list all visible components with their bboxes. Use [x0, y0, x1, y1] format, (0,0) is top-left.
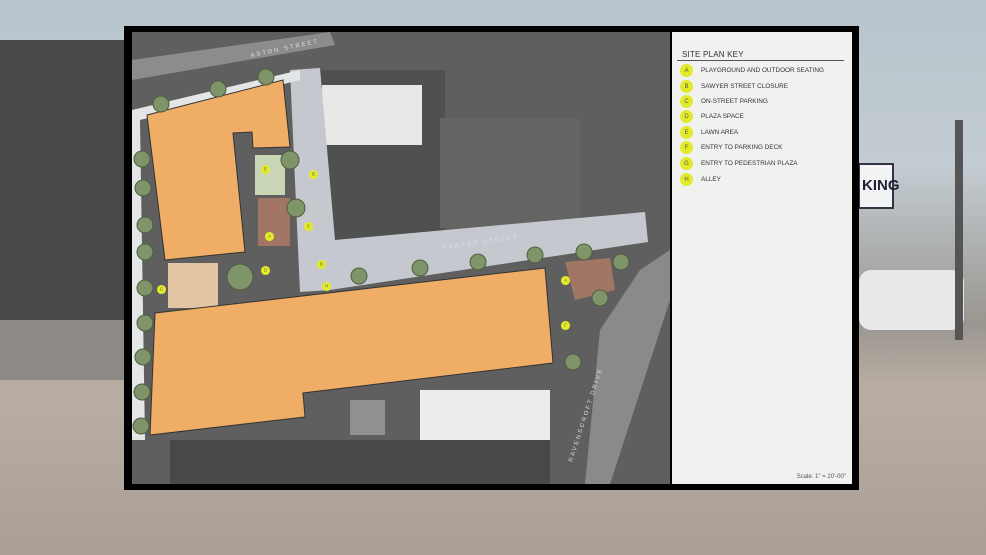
key-label: ENTRY TO PARKING DECK: [701, 144, 783, 151]
key-label: ENTRY TO PEDESTRIAN PLAZA: [701, 160, 798, 167]
key-item: A PLAYGROUND AND OUTDOOR SEATING: [680, 64, 824, 77]
scale-label: Scale: 1" = 20'-00": [796, 474, 846, 480]
key-title: SITE PLAN KEY: [682, 50, 744, 59]
site-plan-key: SITE PLAN KEY A PLAYGROUND AND OUTDOOR SE…: [672, 32, 852, 484]
site-plan-drawing: [132, 32, 670, 484]
plaza-seating: [168, 263, 218, 308]
marker-icon: F: [680, 141, 693, 154]
marker-e: E: [260, 164, 271, 175]
marker-icon: B: [680, 80, 693, 93]
background-sign: KING: [858, 163, 900, 209]
marker-icon: D: [680, 110, 693, 123]
key-divider: [677, 60, 844, 61]
rooftop: [420, 390, 550, 440]
marker-a2: A: [560, 275, 571, 286]
marker-g: G: [156, 284, 167, 295]
key-label: PLAZA SPACE: [701, 113, 744, 120]
key-item: F ENTRY TO PARKING DECK: [680, 141, 782, 154]
key-label: ALLEY: [701, 176, 721, 183]
parked-car: [859, 270, 964, 330]
key-label: LAWN AREA: [701, 129, 739, 136]
parking-lot: [170, 440, 550, 484]
rooftop: [322, 85, 422, 145]
site-plan-map: ASTON STREET SAWYER STREET RAVENSCROFT D…: [132, 32, 670, 484]
rooftop: [350, 400, 385, 435]
sidewalk-left: [0, 320, 125, 380]
marker-f: F: [560, 320, 571, 331]
key-item: C ON-STREET PARKING: [680, 95, 768, 108]
marker-h: H: [321, 281, 332, 292]
marker-icon: E: [680, 126, 693, 139]
key-label: SAWYER STREET CLOSURE: [701, 83, 789, 90]
key-item: H ALLEY: [680, 173, 721, 186]
key-label: ON-STREET PARKING: [701, 98, 768, 105]
marker-icon: A: [680, 64, 693, 77]
marker-b2: B: [316, 259, 327, 270]
parking-lot: [440, 118, 580, 228]
key-item: B SAWYER STREET CLOSURE: [680, 80, 788, 93]
marker-icon: H: [680, 173, 693, 186]
marker-icon: C: [680, 95, 693, 108]
marker-icon: G: [680, 157, 693, 170]
marker-a: A: [264, 231, 275, 242]
key-item: E LAWN AREA: [680, 126, 738, 139]
marker-d: D: [260, 265, 271, 276]
building-left: [0, 40, 125, 320]
key-label: PLAYGROUND AND OUTDOOR SEATING: [701, 67, 824, 74]
key-item: D PLAZA SPACE: [680, 110, 744, 123]
pole: [955, 120, 963, 340]
playground: [258, 198, 290, 246]
marker-c: C: [303, 221, 314, 232]
lawn-area: [255, 155, 285, 195]
marker-b: B: [308, 169, 319, 180]
key-item: G ENTRY TO PEDESTRIAN PLAZA: [680, 157, 797, 170]
